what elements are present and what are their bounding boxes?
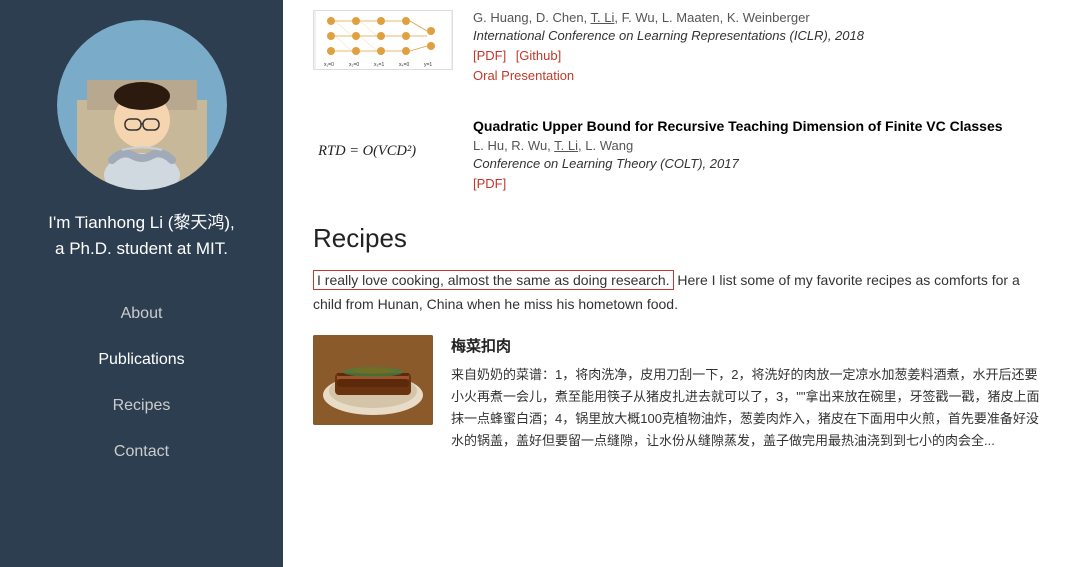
svg-text:RTD = O(VCD²): RTD = O(VCD²) (317, 143, 416, 159)
svg-text:y=1: y=1 (424, 62, 432, 68)
recipe-title: 梅菜扣肉 (451, 335, 1050, 356)
main-content: x₁=0 x₂=0 x₃=1 x₄=0 y=1 G. Huang, D. Che… (283, 0, 1080, 567)
pub-github-link[interactable]: [Github] (516, 48, 562, 63)
recipe-intro: I really love cooking, almost the same a… (313, 269, 1050, 317)
pub-links: [PDF] [Github] (473, 47, 1050, 65)
publication-entry: x₁=0 x₂=0 x₃=1 x₄=0 y=1 G. Huang, D. Che… (313, 0, 1050, 83)
pub-venue: International Conference on Learning Rep… (473, 28, 1050, 43)
svg-text:x₁=0: x₁=0 (324, 62, 334, 68)
pub-venue: Conference on Learning Theory (COLT), 20… (473, 156, 1050, 171)
avatar (57, 20, 227, 190)
pub-equation-thumb: RTD = O(VCD²) (313, 118, 453, 178)
publication-entry: RTD = O(VCD²) Quadratic Upper Bound for … (313, 108, 1050, 193)
recipe-description: 来自奶奶的菜谱：1，将肉洗净，皮用刀刮一下，2，将洗好的肉放一定凉水加葱姜料酒煮… (451, 364, 1050, 452)
nav-item-about[interactable]: About (0, 291, 283, 337)
pub-authors: L. Hu, R. Wu, T. Li, L. Wang (473, 138, 1050, 153)
recipes-section-title: Recipes (313, 223, 1050, 254)
nav-menu: About Publications Recipes Contact (0, 291, 283, 475)
pub-links: [PDF] (473, 175, 1050, 193)
pub-thumb-image: x₁=0 x₂=0 x₃=1 x₄=0 y=1 (313, 10, 453, 70)
author-highlight: T. Li (591, 10, 615, 25)
pub-info: Quadratic Upper Bound for Recursive Teac… (473, 118, 1050, 193)
pub-oral-label: Oral Presentation (473, 68, 1050, 83)
profile-name: I'm Tianhong Li (黎天鸿), a Ph.D. student a… (38, 210, 245, 261)
pub-info: G. Huang, D. Chen, T. Li, F. Wu, L. Maat… (473, 10, 1050, 83)
pub-title: Quadratic Upper Bound for Recursive Teac… (473, 118, 1050, 134)
pub-thumbnail: x₁=0 x₂=0 x₃=1 x₄=0 y=1 (313, 10, 453, 70)
recipe-intro-highlighted: I really love cooking, almost the same a… (313, 270, 674, 290)
recipe-content: 梅菜扣肉 来自奶奶的菜谱：1，将肉洗净，皮用刀刮一下，2，将洗好的肉放一定凉水加… (451, 335, 1050, 452)
pub-authors: G. Huang, D. Chen, T. Li, F. Wu, L. Maat… (473, 10, 1050, 25)
svg-text:x₃=1: x₃=1 (374, 62, 384, 68)
nav-item-publications[interactable]: Publications (0, 337, 283, 383)
svg-text:x₂=0: x₂=0 (349, 62, 359, 68)
recipe-image-inner (313, 335, 433, 425)
recipe-item: 梅菜扣肉 来自奶奶的菜谱：1，将肉洗净，皮用刀刮一下，2，将洗好的肉放一定凉水加… (313, 335, 1050, 452)
sidebar: I'm Tianhong Li (黎天鸿), a Ph.D. student a… (0, 0, 283, 567)
nav-item-recipes[interactable]: Recipes (0, 383, 283, 429)
pub-pdf-link[interactable]: [PDF] (473, 48, 506, 63)
recipe-image (313, 335, 433, 425)
nav-item-contact[interactable]: Contact (0, 429, 283, 475)
pub-pdf-link[interactable]: [PDF] (473, 176, 506, 191)
svg-text:x₄=0: x₄=0 (399, 62, 409, 68)
author-highlight: T. Li (554, 138, 578, 153)
